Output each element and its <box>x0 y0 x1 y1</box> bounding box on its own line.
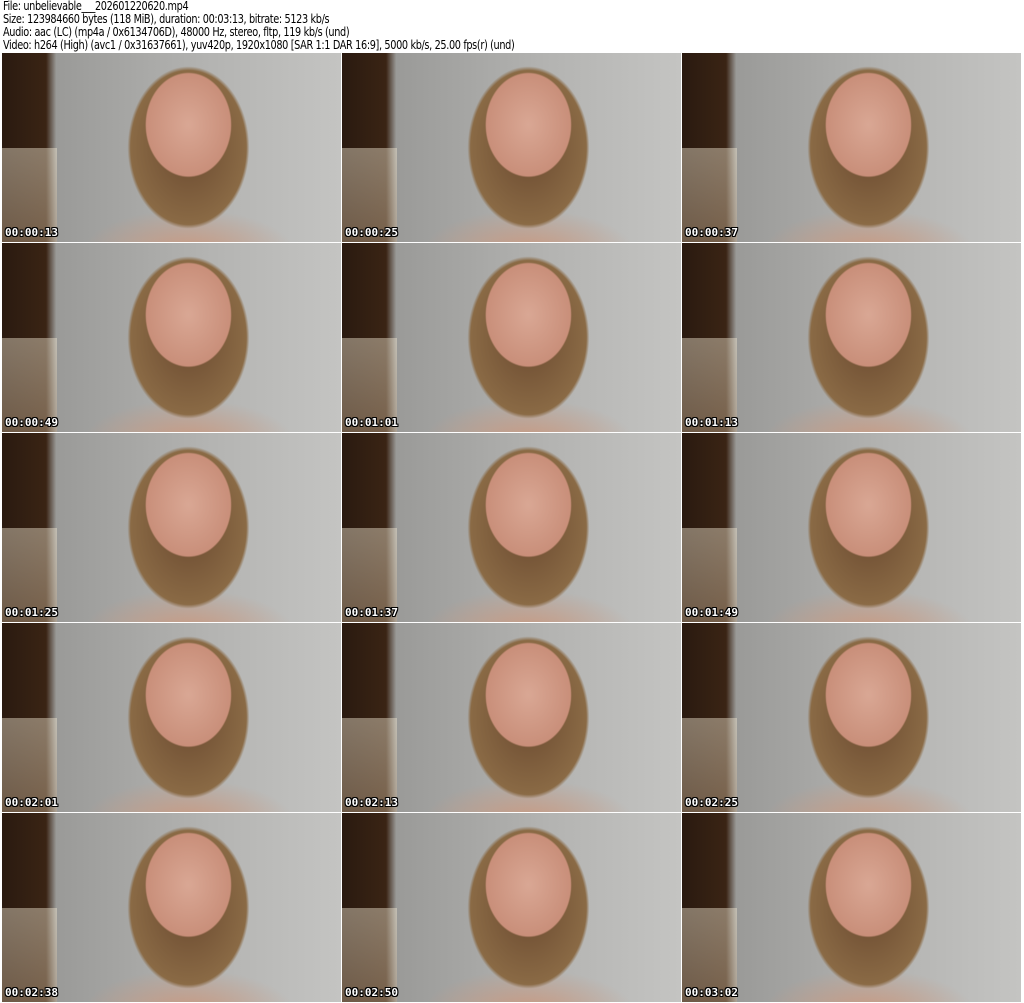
thumbnail-timestamp: 00:01:13 <box>685 416 738 429</box>
video-thumbnail: 00:01:49 <box>682 433 1021 622</box>
file-info-header: File: unbelievable___202601220620.mp4 Si… <box>3 0 515 52</box>
thumbnail-timestamp: 00:01:25 <box>5 606 58 619</box>
thumbnail-timestamp: 00:02:13 <box>345 796 398 809</box>
video-info: Video: h264 (High) (avc1 / 0x31637661), … <box>3 38 515 52</box>
video-thumbnail: 00:02:50 <box>342 813 681 1002</box>
video-thumbnail: 00:02:01 <box>2 623 341 812</box>
video-thumbnail: 00:01:25 <box>2 433 341 622</box>
thumbnail-timestamp: 00:01:01 <box>345 416 398 429</box>
video-thumbnail: 00:00:49 <box>2 243 341 432</box>
thumbnail-timestamp: 00:00:25 <box>345 226 398 239</box>
thumbnail-timestamp: 00:03:02 <box>685 986 738 999</box>
thumbnail-timestamp: 00:02:25 <box>685 796 738 809</box>
thumbnail-timestamp: 00:01:49 <box>685 606 738 619</box>
video-thumbnail: 00:00:25 <box>342 53 681 242</box>
thumbnail-timestamp: 00:02:50 <box>345 986 398 999</box>
thumbnail-timestamp: 00:02:01 <box>5 796 58 809</box>
video-thumbnail: 00:00:13 <box>2 53 341 242</box>
thumbnail-timestamp: 00:00:37 <box>685 226 738 239</box>
video-thumbnail: 00:02:25 <box>682 623 1021 812</box>
video-thumbnail: 00:00:37 <box>682 53 1021 242</box>
thumbnail-grid: 00:00:13 00:00:25 00:00:37 00:00:49 00:01:01… <box>2 53 1021 1002</box>
video-thumbnail: 00:01:13 <box>682 243 1021 432</box>
video-thumbnail: 00:01:01 <box>342 243 681 432</box>
video-thumbnail: 00:02:13 <box>342 623 681 812</box>
video-thumbnail: 00:01:37 <box>342 433 681 622</box>
video-thumbnail: 00:02:38 <box>2 813 341 1002</box>
thumbnail-timestamp: 00:00:13 <box>5 226 58 239</box>
thumbnail-timestamp: 00:00:49 <box>5 416 58 429</box>
thumbnail-timestamp: 00:01:37 <box>345 606 398 619</box>
video-thumbnail: 00:03:02 <box>682 813 1021 1002</box>
thumbnail-timestamp: 00:02:38 <box>5 986 58 999</box>
